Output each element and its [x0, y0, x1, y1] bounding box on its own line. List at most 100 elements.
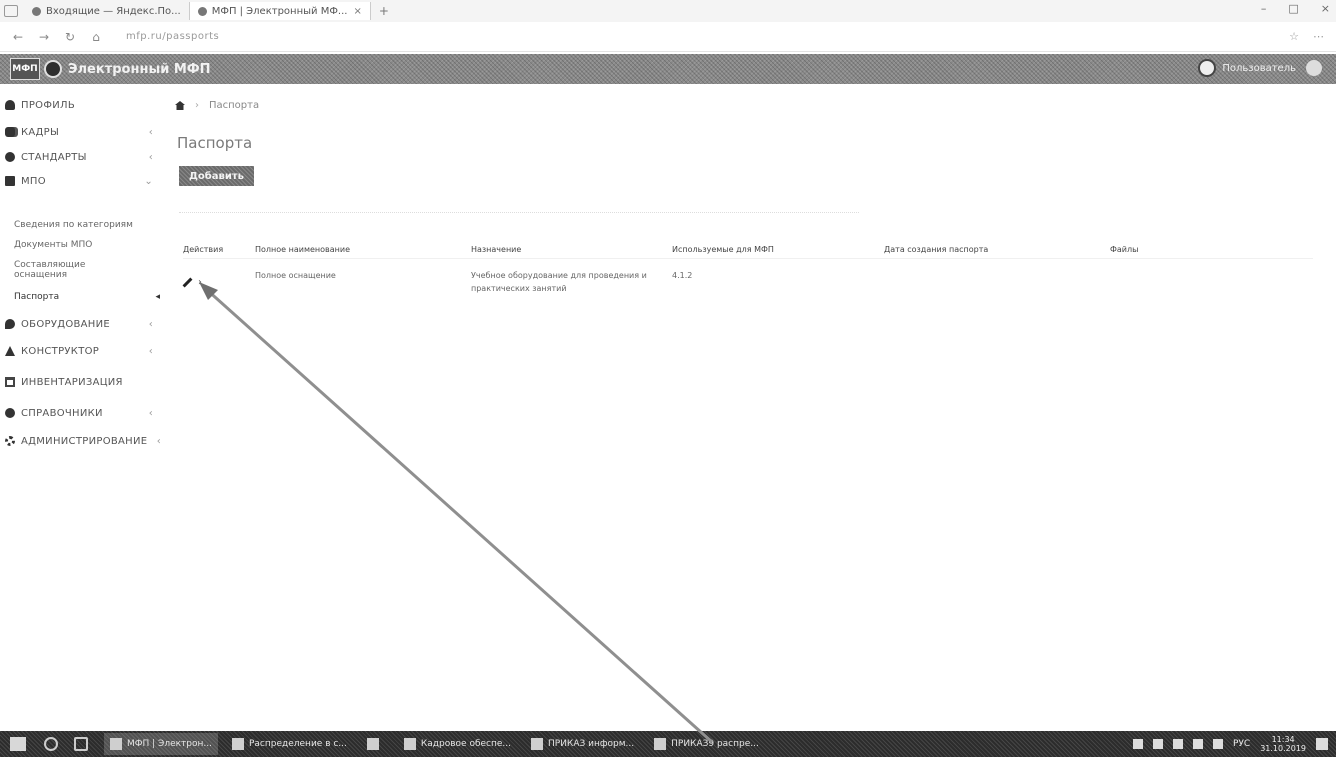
book-icon	[5, 176, 15, 186]
tray-app-icon[interactable]	[1152, 739, 1163, 749]
sidebar-item-profile[interactable]: ПРОФИЛЬ	[0, 94, 165, 116]
refresh-button[interactable]: ↻	[60, 30, 80, 44]
browser-tab-bar: Входящие — Яндекс.По... МФП | Электронны…	[0, 0, 1336, 22]
column-header-purpose[interactable]: Назначение	[471, 245, 672, 254]
network-icon[interactable]	[1192, 739, 1203, 749]
row-actions: ›	[183, 269, 255, 295]
main-content: › Паспорта Паспорта Добавить Действия По…	[165, 84, 1336, 731]
taskbar-app-word-1[interactable]: Кадровое обеспе...	[398, 733, 517, 755]
sidebar-item-label: ОБОРУДОВАНИЕ	[21, 318, 111, 330]
column-header-used-for[interactable]: Используемые для МФП	[672, 245, 884, 254]
taskbar-app-word-2[interactable]: ПРИКАЗ информ...	[525, 733, 640, 755]
cell-full-name: Полное оснащение	[255, 271, 336, 280]
sidebar-subitem-label: Паспорта	[14, 292, 60, 302]
page-title: Паспорта	[177, 134, 253, 152]
sidebar-item-constructor[interactable]: КОНСТРУКТОР ‹	[0, 340, 165, 362]
home-icon[interactable]	[175, 101, 185, 110]
home-button[interactable]: ⌂	[86, 30, 106, 44]
sidebar-item-equipment[interactable]: ОБОРУДОВАНИЕ ‹	[0, 313, 165, 335]
url-field[interactable]: mfp.ru/passports	[126, 31, 219, 42]
sidebar-item-label: КОНСТРУКТОР	[21, 345, 100, 357]
sidebar-item-directories[interactable]: СПРАВОЧНИКИ ‹	[0, 402, 165, 424]
chevron-down-icon: ⌄	[144, 175, 153, 187]
taskbar-app-document[interactable]: Распределение в с...	[226, 733, 353, 755]
column-header-files[interactable]: Файлы	[1110, 245, 1310, 254]
sidebar-item-standards[interactable]: СТАНДАРТЫ ‹	[0, 146, 165, 168]
browser-menu-icon[interactable]: ⋯	[1313, 30, 1324, 43]
sidebar-subitem-documents[interactable]: Документы МПО	[14, 240, 154, 250]
column-header-full-name[interactable]: Полное наименование	[255, 245, 471, 254]
sidebar-item-label: МПО	[21, 175, 46, 187]
taskbar-app-browser[interactable]: МФП | Электрон...	[104, 733, 218, 755]
cell-purpose-line: практических занятий	[471, 284, 567, 293]
passports-table: Действия Полное наименование Назначение …	[183, 241, 1313, 295]
sidebar-subitem-categories[interactable]: Сведения по категориям	[14, 220, 154, 230]
maximize-button[interactable]: □	[1288, 2, 1298, 15]
filter-row	[179, 212, 859, 213]
chevron-left-icon: ‹	[156, 435, 161, 447]
tab-close-icon[interactable]: ×	[353, 6, 361, 17]
close-window-button[interactable]: ×	[1321, 2, 1330, 15]
user-menu[interactable]: Пользователь	[1198, 59, 1322, 77]
column-header-created[interactable]: Дата создания паспорта	[884, 245, 1110, 254]
sidebar-item-inventory[interactable]: ИНВЕНТАРИЗАЦИЯ	[0, 371, 165, 393]
table-row: › Полное оснащение Учебное оборудование …	[183, 259, 1313, 295]
tab-label: МФП | Электронный МФ...	[211, 5, 348, 17]
breadcrumb-separator: ›	[195, 100, 199, 111]
chat-icon	[5, 319, 15, 329]
sidebar-item-staff[interactable]: КАДРЫ ‹	[0, 121, 165, 143]
breadcrumb: › Паспорта	[175, 100, 259, 111]
app-header: МФП Электронный МФП Пользователь	[0, 54, 1336, 84]
address-bar: ← → ↻ ⌂ mfp.ru/passports ☆ ⋯	[0, 22, 1336, 52]
notifications-icon[interactable]	[1316, 738, 1328, 750]
windows-start-icon[interactable]	[10, 737, 26, 751]
browser-tab-mail[interactable]: Входящие — Яндекс.По...	[24, 2, 190, 20]
circle-icon	[5, 152, 15, 162]
user-options-icon[interactable]	[1306, 60, 1322, 76]
table-header: Действия Полное наименование Назначение …	[183, 241, 1313, 259]
forward-button[interactable]: →	[34, 30, 54, 44]
taskbar-app-word-3[interactable]: ПРИКАЗ9 распре...	[648, 733, 765, 755]
column-header-actions[interactable]: Действия	[183, 245, 255, 254]
sidebar-item-administration[interactable]: АДМИНИСТРИРОВАНИЕ ‹	[0, 430, 165, 452]
new-tab-button[interactable]: +	[379, 4, 389, 18]
taskbar-app-label: Распределение в с...	[248, 739, 347, 749]
tray-app-icon[interactable]	[1132, 739, 1143, 749]
minimize-button[interactable]: –	[1261, 2, 1267, 15]
user-name: Пользователь	[1222, 62, 1296, 74]
search-icon[interactable]	[44, 737, 58, 751]
tab-actions-icon[interactable]	[4, 5, 18, 17]
chevron-left-icon: ‹	[148, 126, 153, 138]
clock-time: 11:34	[1271, 735, 1295, 744]
volume-icon[interactable]	[1212, 739, 1223, 749]
language-indicator[interactable]: РУС	[1233, 739, 1250, 749]
add-passport-button[interactable]: Добавить	[179, 166, 254, 186]
taskbar-app-generic[interactable]	[361, 733, 390, 755]
address-bar-actions: ☆ ⋯	[1289, 30, 1324, 43]
chevron-left-icon: ‹	[148, 407, 153, 419]
circle-icon	[5, 408, 15, 418]
sidebar-item-label: ИНВЕНТАРИЗАЦИЯ	[21, 376, 123, 388]
view-icon[interactable]: ›	[198, 276, 202, 289]
taskbar-app-label: ПРИКАЗ9 распре...	[671, 739, 759, 749]
pencil-icon[interactable]	[183, 278, 192, 287]
clock[interactable]: 11:34 31.10.2019	[1260, 735, 1306, 753]
users-icon	[5, 127, 15, 137]
tray-app-icon[interactable]	[1172, 739, 1183, 749]
bookmark-star-icon[interactable]: ☆	[1289, 30, 1299, 43]
sidebar-subitem-passports[interactable]: Паспорта ◂	[14, 292, 160, 302]
app-logo[interactable]: МФП	[10, 58, 40, 80]
sidebar-subitem-components[interactable]: Составляющие оснащения	[14, 260, 104, 280]
task-view-icon[interactable]	[74, 737, 88, 751]
user-icon	[5, 100, 15, 110]
browser-tab-app[interactable]: МФП | Электронный МФ... ×	[189, 2, 371, 20]
avatar	[1198, 59, 1217, 77]
sidebar-item-label: ПРОФИЛЬ	[21, 99, 75, 111]
sidebar-item-label: КАДРЫ	[21, 126, 60, 138]
app-icon	[197, 6, 207, 16]
back-button[interactable]: ←	[8, 30, 28, 44]
browser-icon	[110, 738, 122, 750]
chevron-left-icon: ‹	[148, 345, 153, 357]
sidebar-item-mpo[interactable]: МПО ⌄	[0, 170, 165, 192]
tree-icon	[5, 346, 15, 356]
